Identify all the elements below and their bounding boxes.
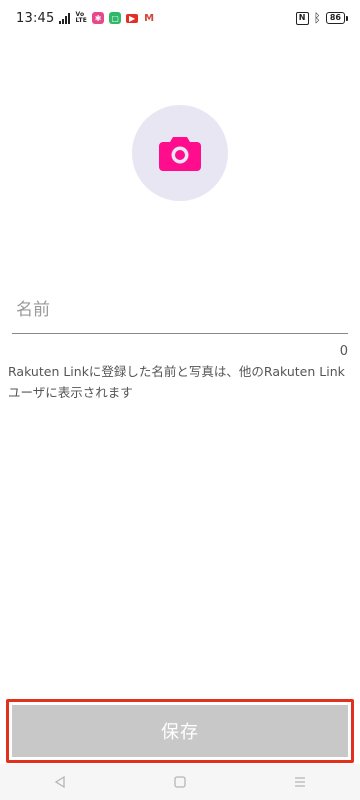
status-time: 13:45 (16, 10, 55, 26)
nfc-icon: N (295, 11, 309, 25)
battery-icon: 86 (325, 12, 348, 24)
volte-bottom: LTE (75, 17, 88, 24)
battery-level: 86 (325, 12, 345, 24)
profile-photo-button[interactable] (132, 105, 228, 201)
menu-lines-icon (295, 777, 305, 787)
signal-icon (59, 12, 71, 24)
name-input[interactable] (12, 292, 348, 328)
menu-button[interactable] (280, 764, 320, 800)
back-button[interactable] (40, 764, 80, 800)
volte-icon: Vo LTE (75, 12, 87, 24)
camera-icon (159, 137, 201, 171)
app-notification-icon: ✱ (92, 12, 105, 24)
status-left: 13:45 Vo LTE ✱ ▢ ▶ M (16, 11, 155, 26)
home-button[interactable] (160, 764, 200, 800)
youtube-icon: ▶ (126, 13, 139, 23)
home-square-icon (174, 776, 186, 788)
gmail-icon: M (144, 12, 155, 24)
character-counter: 0 (339, 344, 348, 359)
profile-setup-screen: 13:45 Vo LTE ✱ ▢ ▶ M N ᛒ 86 名前 0 Rakuten… (0, 0, 360, 800)
name-field-container (12, 292, 348, 334)
status-bar: 13:45 Vo LTE ✱ ▢ ▶ M N ᛒ 86 (0, 0, 360, 36)
helper-text: Rakuten Linkに登録した名前と写真は、他のRakuten Linkユー… (8, 364, 345, 400)
back-triangle-icon (54, 775, 65, 789)
bluetooth-icon: ᛒ (313, 11, 321, 25)
status-right: N ᛒ 86 (295, 11, 348, 25)
chat-notification-icon: ▢ (109, 12, 122, 24)
save-button[interactable]: 保存 (12, 705, 348, 757)
navigation-bar (0, 764, 360, 800)
